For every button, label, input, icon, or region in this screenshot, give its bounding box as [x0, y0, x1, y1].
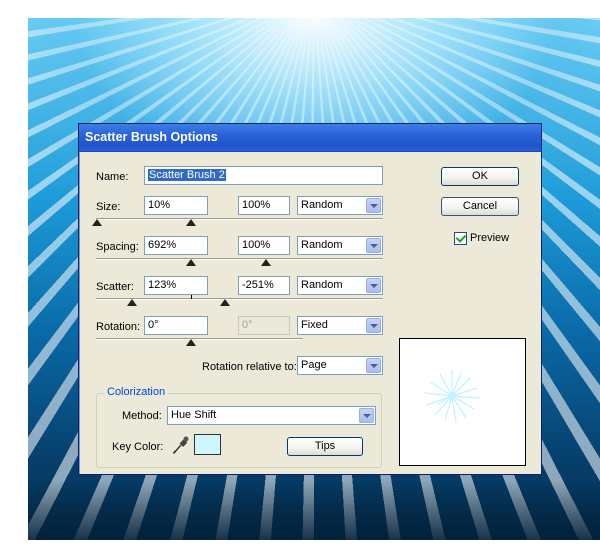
spacing-max-slider-thumb[interactable]	[261, 259, 271, 266]
size-variation-value: Random	[301, 199, 343, 211]
preview-checkbox[interactable]	[454, 232, 467, 245]
key-color-swatch[interactable]	[194, 434, 221, 455]
key-color-label: Key Color:	[112, 441, 164, 453]
scatter-max-slider-thumb[interactable]	[220, 299, 230, 306]
size-variation-select[interactable]: Random	[297, 196, 383, 215]
preview-label[interactable]: Preview	[470, 232, 509, 244]
rotation-relative-label: Rotation relative to:	[202, 361, 297, 373]
size-max-input[interactable]: 100%	[238, 196, 290, 215]
cancel-button[interactable]: Cancel	[441, 197, 519, 216]
scatter-min-slider-thumb[interactable]	[127, 299, 137, 306]
eyedropper-icon[interactable]	[172, 435, 190, 455]
size-max-slider-thumb[interactable]	[186, 219, 196, 226]
rotation-label: Rotation:	[96, 321, 141, 333]
spacing-variation-select[interactable]: Random	[297, 236, 383, 255]
ok-button[interactable]: OK	[441, 167, 519, 186]
colorization-legend: Colorization	[104, 386, 169, 398]
brush-preview	[399, 338, 526, 466]
chevron-down-icon[interactable]	[366, 198, 381, 213]
chevron-down-icon[interactable]	[366, 278, 381, 293]
chevron-down-icon[interactable]	[366, 238, 381, 253]
rotation-max-input: 0°	[238, 316, 290, 335]
background-shade	[28, 480, 600, 540]
spacing-min-slider-thumb[interactable]	[186, 259, 196, 266]
colorization-group: Colorization Method: Hue Shift Key Color…	[96, 386, 382, 468]
size-label: Size:	[96, 201, 121, 213]
spacing-variation-value: Random	[301, 239, 343, 251]
scatter-slider-track[interactable]	[96, 298, 383, 300]
size-min-slider-thumb[interactable]	[92, 219, 102, 226]
spacing-slider-track[interactable]	[96, 258, 383, 260]
dialog-title[interactable]: Scatter Brush Options	[79, 124, 541, 152]
rotation-slider-track[interactable]	[96, 338, 303, 340]
rotation-slider-thumb[interactable]	[186, 339, 196, 346]
rotation-relative-select[interactable]: Page	[297, 356, 383, 375]
chevron-down-icon[interactable]	[366, 358, 381, 373]
name-label: Name:	[96, 171, 129, 183]
chevron-down-icon[interactable]	[359, 408, 374, 423]
spacing-max-input[interactable]: 100%	[238, 236, 290, 255]
scatter-variation-value: Random	[301, 279, 343, 291]
name-input[interactable]: Scatter Brush 2	[144, 166, 383, 185]
tips-button[interactable]: Tips	[287, 437, 363, 456]
scatter-max-input[interactable]: -251%	[238, 276, 290, 295]
starburst-preview-image	[424, 369, 480, 423]
scatter-variation-select[interactable]: Random	[297, 276, 383, 295]
size-slider-track[interactable]	[96, 218, 383, 220]
scatter-center-tick	[191, 295, 192, 299]
rotation-relative-value: Page	[301, 359, 327, 371]
spacing-min-input[interactable]: 692%	[144, 236, 208, 255]
rotation-variation-value: Fixed	[301, 319, 328, 331]
method-value: Hue Shift	[171, 409, 217, 421]
scatter-min-input[interactable]: 123%	[144, 276, 208, 295]
rotation-min-input[interactable]: 0°	[144, 316, 208, 335]
chevron-down-icon[interactable]	[366, 318, 381, 333]
spacing-label: Spacing:	[96, 241, 139, 253]
scatter-brush-options-dialog: Scatter Brush Options Name: Scatter Brus…	[78, 123, 542, 475]
size-min-input[interactable]: 10%	[144, 196, 208, 215]
method-label: Method:	[122, 410, 162, 422]
name-input-value: Scatter Brush 2	[148, 169, 226, 181]
rotation-variation-select[interactable]: Fixed	[297, 316, 383, 335]
scatter-label: Scatter:	[96, 281, 134, 293]
method-select[interactable]: Hue Shift	[167, 406, 376, 425]
